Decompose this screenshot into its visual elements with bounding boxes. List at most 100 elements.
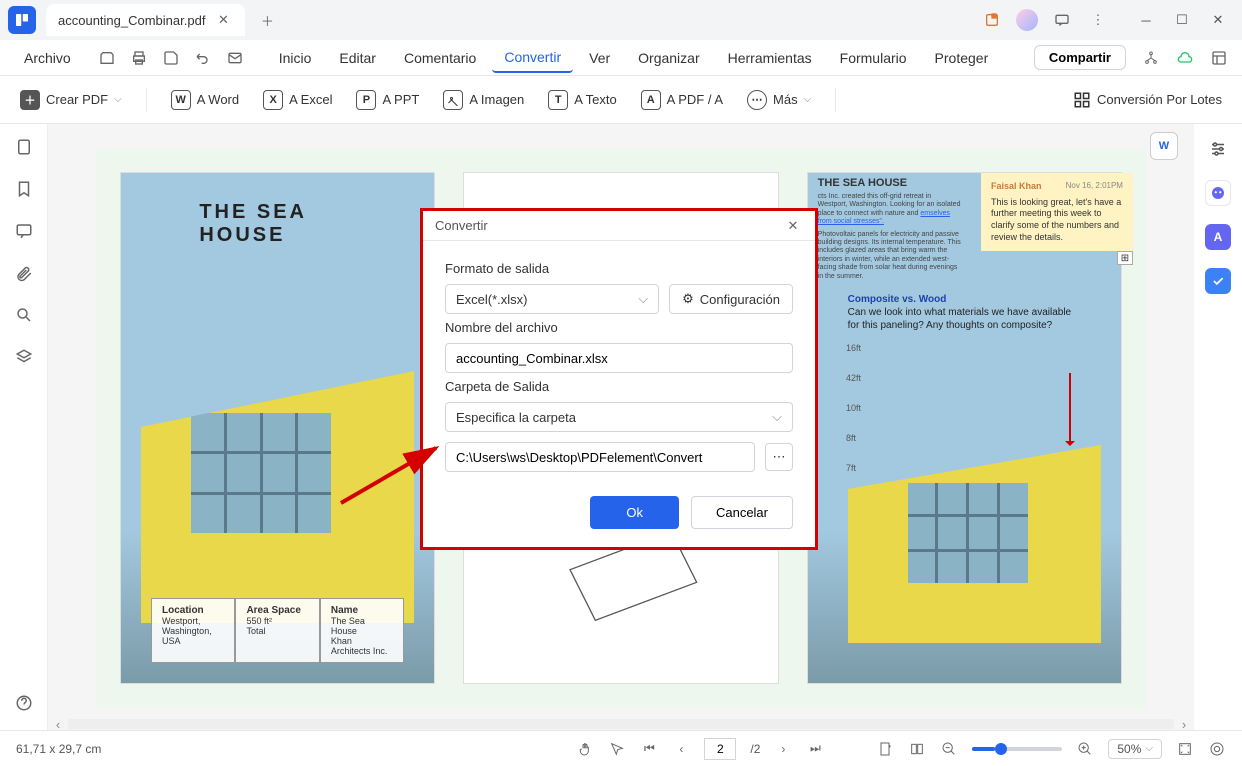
doc-card-1: THE SEA HOUSE LocationWestport,Washingto… <box>120 172 435 684</box>
fit-page-icon[interactable] <box>1176 740 1194 758</box>
read-mode-icon[interactable] <box>1208 740 1226 758</box>
card-1-title: THE SEA HOUSE <box>199 201 356 247</box>
expand-icon[interactable]: ⊞ <box>1117 251 1133 265</box>
attachment-icon[interactable] <box>13 262 35 284</box>
more-button[interactable]: ⋯Más⌵ <box>747 90 811 110</box>
help-icon[interactable] <box>13 692 35 714</box>
zoom-slider[interactable] <box>972 747 1062 751</box>
scroll-right-icon[interactable]: › <box>1174 717 1194 731</box>
user-avatar[interactable] <box>1016 9 1038 31</box>
last-page-icon[interactable]: ⏭ <box>806 740 824 758</box>
format-dropdown[interactable]: Excel(*.xlsx) ⌵ <box>445 284 659 314</box>
menu-proteger[interactable]: Proteger <box>923 44 1001 72</box>
menu-convertir[interactable]: Convertir <box>492 43 573 73</box>
sitemap-icon[interactable] <box>1140 47 1162 69</box>
tab-title: accounting_Combinar.pdf <box>58 13 205 28</box>
filename-input[interactable] <box>445 343 793 373</box>
layers-icon[interactable] <box>13 346 35 368</box>
dialog-close-button[interactable]: ✕ <box>783 216 803 236</box>
close-icon[interactable]: ✕ <box>213 10 233 30</box>
zoom-in-icon[interactable] <box>1076 740 1094 758</box>
scroll-mode-icon[interactable] <box>876 740 894 758</box>
scroll-left-icon[interactable]: ‹ <box>48 717 68 731</box>
open-icon[interactable] <box>95 46 119 70</box>
folder-label: Carpeta de Salida <box>445 379 793 394</box>
comment-panel-icon[interactable] <box>1050 8 1074 32</box>
document-tab[interactable]: accounting_Combinar.pdf ✕ <box>46 4 245 36</box>
path-input[interactable] <box>445 442 755 472</box>
config-button[interactable]: ⚙ Configuración <box>669 284 793 314</box>
word-icon: W <box>171 90 191 110</box>
ai-assistant-icon[interactable] <box>1205 180 1231 206</box>
menu-file[interactable]: Archivo <box>12 44 83 72</box>
undo-icon[interactable] <box>191 46 215 70</box>
gear-icon: ⚙ <box>682 291 694 307</box>
menu-inicio[interactable]: Inicio <box>267 44 324 72</box>
more-icon: ⋯ <box>747 90 767 110</box>
page-number-input[interactable] <box>704 738 736 760</box>
comment-note[interactable]: Faisal KhanNov 16, 2:01PM This is lookin… <box>981 173 1133 251</box>
ok-button[interactable]: Ok <box>590 496 679 529</box>
properties-icon[interactable] <box>1205 136 1231 162</box>
right-sidebar: A <box>1194 124 1242 730</box>
share-button[interactable]: Compartir <box>1034 45 1126 70</box>
minimize-button[interactable]: ─ <box>1130 4 1162 36</box>
thumbnails-icon[interactable] <box>13 136 35 158</box>
search-icon[interactable] <box>13 304 35 326</box>
to-excel-button[interactable]: XA Excel <box>263 90 332 110</box>
convert-dialog: Convertir ✕ Formato de salida Excel(*.xl… <box>420 208 818 550</box>
to-pdfa-button[interactable]: AA PDF / A <box>641 90 723 110</box>
translate-icon[interactable]: A <box>1205 224 1231 250</box>
kebab-menu-icon[interactable]: ⋮ <box>1086 8 1110 32</box>
folder-dropdown[interactable]: Especifica la carpeta ⌵ <box>445 402 793 432</box>
create-pdf-button[interactable]: ＋ Crear PDF ⌵ <box>20 90 122 110</box>
print-icon[interactable] <box>127 46 151 70</box>
next-page-icon[interactable]: › <box>774 740 792 758</box>
menu-ver[interactable]: Ver <box>577 44 622 72</box>
new-tab-button[interactable]: ＋ <box>253 6 281 34</box>
text-icon: T <box>548 90 568 110</box>
to-text-button[interactable]: TA Texto <box>548 90 616 110</box>
bookmark-icon[interactable] <box>13 178 35 200</box>
first-page-icon[interactable]: ⏮ <box>640 740 658 758</box>
menu-organizar[interactable]: Organizar <box>626 44 711 72</box>
info-table: LocationWestport,Washington, USA Area Sp… <box>151 598 404 663</box>
chevron-down-icon: ⌵ <box>772 409 782 425</box>
cloud-sync-icon[interactable] <box>1174 47 1196 69</box>
view-mode-icon[interactable] <box>908 740 926 758</box>
to-ppt-button[interactable]: PA PPT <box>356 90 419 110</box>
window-close-button[interactable]: ✕ <box>1202 4 1234 36</box>
save-icon[interactable] <box>159 46 183 70</box>
zoom-dropdown[interactable]: 50%⌵ <box>1108 739 1162 759</box>
left-sidebar <box>0 124 48 730</box>
batch-convert-button[interactable]: Conversión Por Lotes <box>1073 91 1222 109</box>
checklist-icon[interactable] <box>1205 268 1231 294</box>
to-word-button[interactable]: WA Word <box>171 90 239 110</box>
email-icon[interactable] <box>223 46 247 70</box>
menu-herramientas[interactable]: Herramientas <box>716 44 824 72</box>
horizontal-scrollbar[interactable]: ‹ › <box>48 718 1194 730</box>
zoom-out-icon[interactable] <box>940 740 958 758</box>
menu-bar: Archivo Inicio Editar Comentario Convert… <box>0 40 1242 76</box>
convert-toolbar: ＋ Crear PDF ⌵ WA Word XA Excel PA PPT A … <box>0 76 1242 124</box>
convert-to-word-chip[interactable]: W <box>1150 132 1178 160</box>
hand-tool-icon[interactable] <box>576 740 594 758</box>
maximize-button[interactable]: ☐ <box>1166 4 1198 36</box>
create-pdf-label: Crear PDF <box>46 92 108 107</box>
excel-icon: X <box>263 90 283 110</box>
doc-card-3: THE SEA HOUSE cts Inc. created this off-… <box>807 172 1122 684</box>
comments-icon[interactable] <box>13 220 35 242</box>
to-image-button[interactable]: A Imagen <box>443 90 524 110</box>
page-dimensions: 61,71 x 29,7 cm <box>16 742 101 756</box>
menu-comentario[interactable]: Comentario <box>392 44 488 72</box>
notification-icon[interactable] <box>980 8 1004 32</box>
menu-formulario[interactable]: Formulario <box>828 44 919 72</box>
chevron-down-icon: ⌵ <box>638 291 648 307</box>
page-total: /2 <box>750 742 760 756</box>
layout-icon[interactable] <box>1208 47 1230 69</box>
cancel-button[interactable]: Cancelar <box>691 496 793 529</box>
prev-page-icon[interactable]: ‹ <box>672 740 690 758</box>
select-tool-icon[interactable] <box>608 740 626 758</box>
browse-button[interactable]: ⋯ <box>765 443 793 471</box>
menu-editar[interactable]: Editar <box>327 44 388 72</box>
